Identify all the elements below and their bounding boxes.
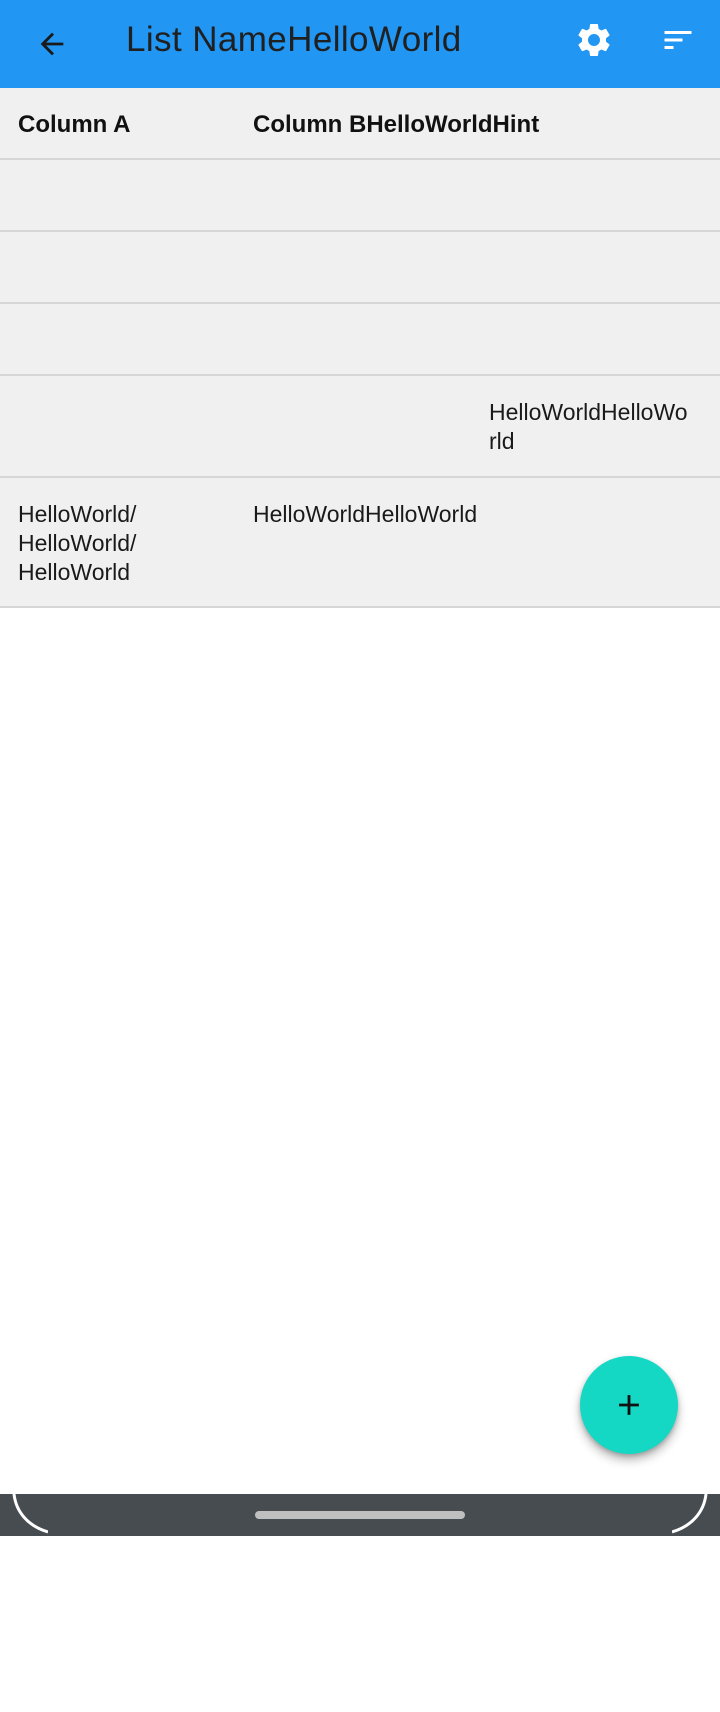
page-title: List NameHelloWorld — [126, 20, 462, 59]
table-header-row: Column A Column BHelloWorldHint — [0, 88, 720, 160]
table-row[interactable] — [0, 232, 720, 304]
table-row[interactable] — [0, 304, 720, 376]
arrow-back-icon — [40, 32, 64, 56]
screen-corner-right — [672, 1494, 720, 1536]
add-fab-button[interactable] — [580, 1356, 678, 1454]
gear-icon — [578, 23, 610, 56]
system-nav-bar — [0, 1494, 720, 1536]
table-row[interactable] — [0, 160, 720, 232]
cell-column-a: HelloWorld/ HelloWorld/ HelloWorld — [18, 501, 137, 585]
plus-icon — [619, 1395, 639, 1415]
cell-column-c: HelloWorldHelloWorld — [489, 399, 688, 454]
table-row[interactable]: HelloWorld/ HelloWorld/ HelloWorld Hello… — [0, 478, 720, 608]
settings-button[interactable] — [566, 12, 622, 68]
table-row[interactable]: HelloWorldHelloWorld — [0, 376, 720, 478]
sort-icon — [664, 31, 692, 49]
sort-button[interactable] — [650, 12, 706, 68]
cell-column-b: HelloWorldHelloWorld — [253, 501, 478, 527]
header-column-a[interactable]: Column A — [18, 110, 228, 139]
screen-corner-left — [0, 1494, 48, 1536]
app-bar: List NameHelloWorld — [0, 0, 720, 88]
back-button[interactable] — [24, 16, 80, 72]
header-column-b[interactable]: Column BHelloWorldHint — [253, 110, 553, 139]
data-table: Column A Column BHelloWorldHint HelloWor… — [0, 88, 720, 608]
home-gesture-handle[interactable] — [255, 1511, 465, 1519]
